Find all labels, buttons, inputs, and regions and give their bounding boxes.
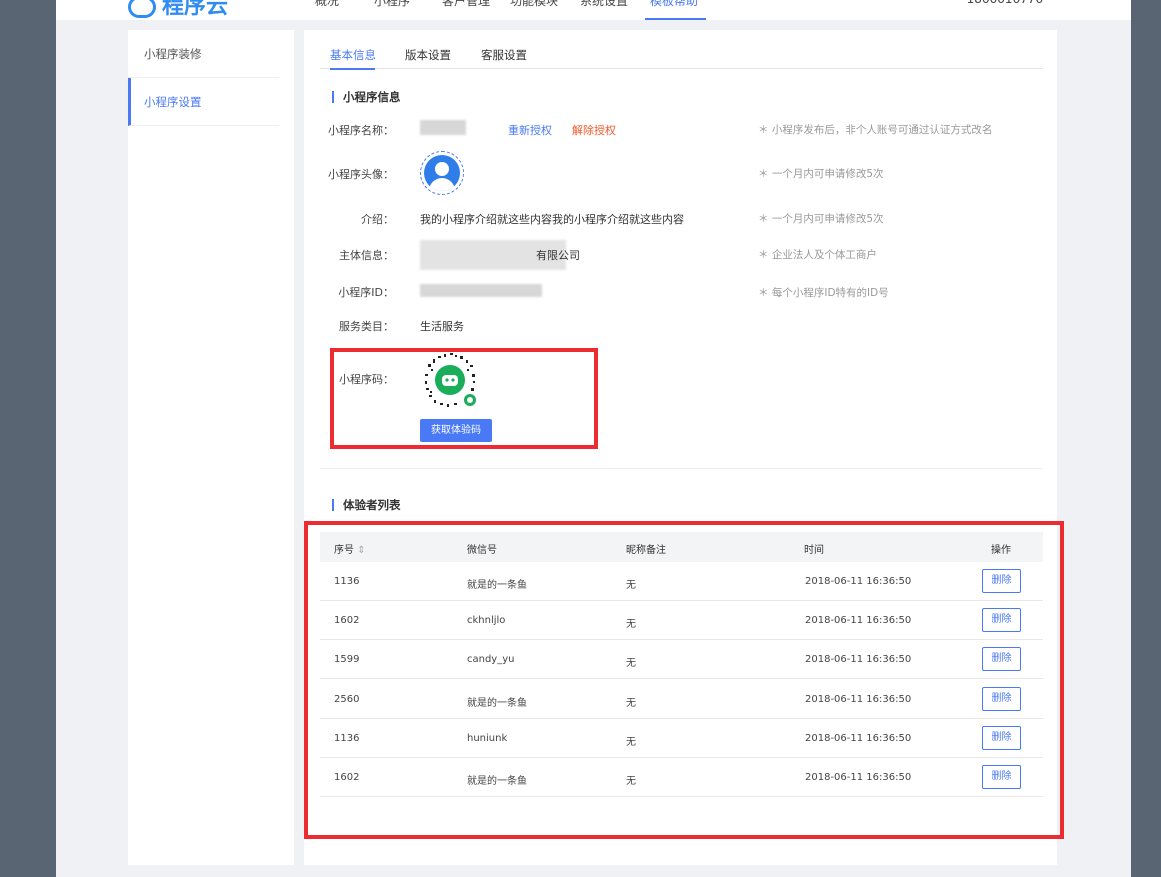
tab-divider [320,68,1043,69]
brand-logo[interactable]: 程序云 [128,0,228,20]
id-hint: ＊ 每个小程序ID特有的ID号 [758,287,889,299]
user-account[interactable]: 1866616776 [967,0,1043,6]
subject-label: 主体信息： [339,249,394,262]
tab-customer-service[interactable]: 客服设置 [481,47,527,63]
avatar-hint: ＊ 一个月内可申请修改5次 [758,168,884,180]
subject-hint: ＊ 企业法人及个体工商户 [758,249,877,261]
id-label: 小程序ID： [338,286,394,299]
tab-basic-info[interactable]: 基本信息 [330,47,376,63]
name-value-redacted [420,120,466,135]
id-value-redacted [420,284,542,297]
nav-modules[interactable]: 功能模块 [510,0,558,9]
intro-value: 我的小程序介绍就这些内容我的小程序介绍就这些内容 [420,213,684,226]
nav-active-indicator [645,18,706,20]
tab-active-underline [330,68,375,70]
nav-customers[interactable]: 客户管理 [442,0,490,9]
nav-overview[interactable]: 概况 [315,0,339,9]
intro-label: 介绍： [361,213,394,226]
unauthorize-link[interactable]: 解除授权 [572,122,616,138]
sidebar-item-settings[interactable]: 小程序设置 [128,78,279,126]
miniprogram-avatar[interactable] [420,151,464,195]
highlight-box-testers [304,521,1064,839]
sidebar-item-decoration[interactable]: 小程序装修 [128,30,279,78]
top-navbar: 程序云 概况 小程序 客户管理 功能模块 系统设置 模板帮助 186661677… [56,0,1131,20]
reauthorize-link[interactable]: 重新授权 [508,122,552,138]
tab-version[interactable]: 版本设置 [405,47,451,63]
category-label: 服务类目： [339,320,394,333]
user-avatar-icon [424,155,460,191]
name-hint: ＊ 小程序发布后，非个人账号可通过认证方式改名 [758,124,993,136]
name-label: 小程序名称： [328,124,394,137]
section-title-testers: 体验者列表 [332,499,401,511]
subject-value: 有限公司 [536,249,580,262]
section-title-info: 小程序信息 [332,91,401,103]
category-value: 生活服务 [420,320,464,333]
cloud-logo-icon [128,0,156,18]
sidebar: 小程序装修 小程序设置 [128,30,294,865]
nav-settings[interactable]: 系统设置 [580,0,628,9]
highlight-box-qrcode [330,348,598,449]
intro-hint: ＊ 一个月内可申请修改5次 [758,213,884,225]
nav-templates[interactable]: 模板帮助 [650,0,698,9]
nav-miniprogram[interactable]: 小程序 [374,0,410,9]
section-divider [320,468,1043,469]
brand-name: 程序云 [162,0,229,19]
avatar-label: 小程序头像： [328,168,394,181]
